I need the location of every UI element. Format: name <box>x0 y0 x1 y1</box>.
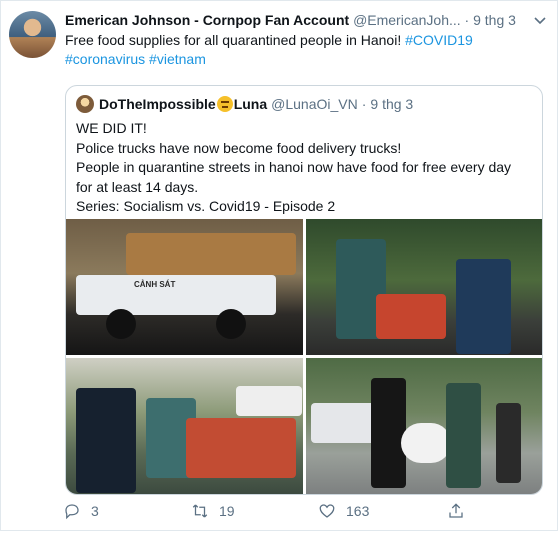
quoted-line: People in quarantine streets in hanoi no… <box>76 159 512 175</box>
quoted-author-handle: @LunaOi_VN <box>271 96 358 112</box>
food-sack <box>401 423 451 463</box>
retweet-button[interactable]: 19 <box>191 502 235 520</box>
quoted-avatar <box>76 95 94 113</box>
heart-icon <box>319 504 335 518</box>
hashtag-vietnam[interactable]: #vietnam <box>149 51 206 67</box>
quoted-text: WE DID IT! Police trucks have now become… <box>76 119 536 217</box>
reply-count: 3 <box>91 503 99 519</box>
tweet-text: Free food supplies for all quarantined p… <box>65 31 535 69</box>
truck-body <box>76 275 276 315</box>
hashtag-covid19[interactable]: #COVID19 <box>405 32 473 48</box>
person <box>371 378 406 488</box>
reply-icon <box>65 504 79 520</box>
truck-wheel <box>106 309 136 339</box>
photo-officers-boxes[interactable] <box>306 219 542 355</box>
quoted-line: for at least 14 days. <box>76 178 199 195</box>
photo-loading-car[interactable] <box>66 358 303 494</box>
photo-grid: CẢNH SÁT <box>66 219 542 494</box>
photo-carrying-sacks[interactable] <box>306 358 542 494</box>
photo-police-truck[interactable]: CẢNH SÁT <box>66 219 303 355</box>
author-handle[interactable]: @EmericanJoh... <box>353 12 461 28</box>
chevron-down-icon[interactable] <box>532 12 548 28</box>
quoted-line: Series: Socialism vs. Covid19 - Episode … <box>76 198 336 214</box>
truck-sign: CẢNH SÁT <box>134 280 176 289</box>
person <box>496 403 521 483</box>
share-button[interactable] <box>447 502 465 520</box>
like-count: 163 <box>346 503 370 519</box>
avatar[interactable] <box>9 11 56 58</box>
reply-button[interactable]: 3 <box>63 502 99 520</box>
quoted-header: DoTheImpossible Luna @LunaOi_VN · 9 thg … <box>76 94 413 114</box>
food-cargo <box>126 233 296 275</box>
officer <box>446 383 481 488</box>
retweet-icon <box>192 504 208 518</box>
quoted-date: 9 thg 3 <box>370 96 414 112</box>
retweet-count: 19 <box>219 503 235 519</box>
box-stack <box>376 294 446 339</box>
separator-dot: · <box>361 96 367 112</box>
car <box>236 386 302 416</box>
separator-dot: · <box>464 12 470 28</box>
quoted-tweet[interactable]: DoTheImpossible Luna @LunaOi_VN · 9 thg … <box>65 85 543 495</box>
quoted-line: Police trucks have now become food deliv… <box>76 139 402 156</box>
officer <box>456 259 511 354</box>
like-button[interactable]: 163 <box>318 502 369 520</box>
tweet-header: Emerican Johnson - Cornpop Fan Account @… <box>65 12 550 30</box>
author-name[interactable]: Emerican Johnson - Cornpop Fan Account <box>65 12 349 28</box>
tweet-actions: 3 19 163 <box>0 502 560 524</box>
share-icon <box>449 503 463 518</box>
hashtag-coronavirus[interactable]: #coronavirus <box>65 51 145 67</box>
truck-wheel <box>216 309 246 339</box>
tweet-body: Free food supplies for all quarantined p… <box>65 32 406 48</box>
angry-face-emoji-icon <box>216 96 233 112</box>
quoted-author-name-suffix: Luna <box>233 96 268 112</box>
tweet-date[interactable]: 9 thg 3 <box>473 12 516 28</box>
quoted-author-name: DoTheImpossible <box>99 96 216 112</box>
quoted-line: WE DID IT! <box>76 120 147 136</box>
officer <box>76 388 136 493</box>
box-stack <box>186 418 296 478</box>
